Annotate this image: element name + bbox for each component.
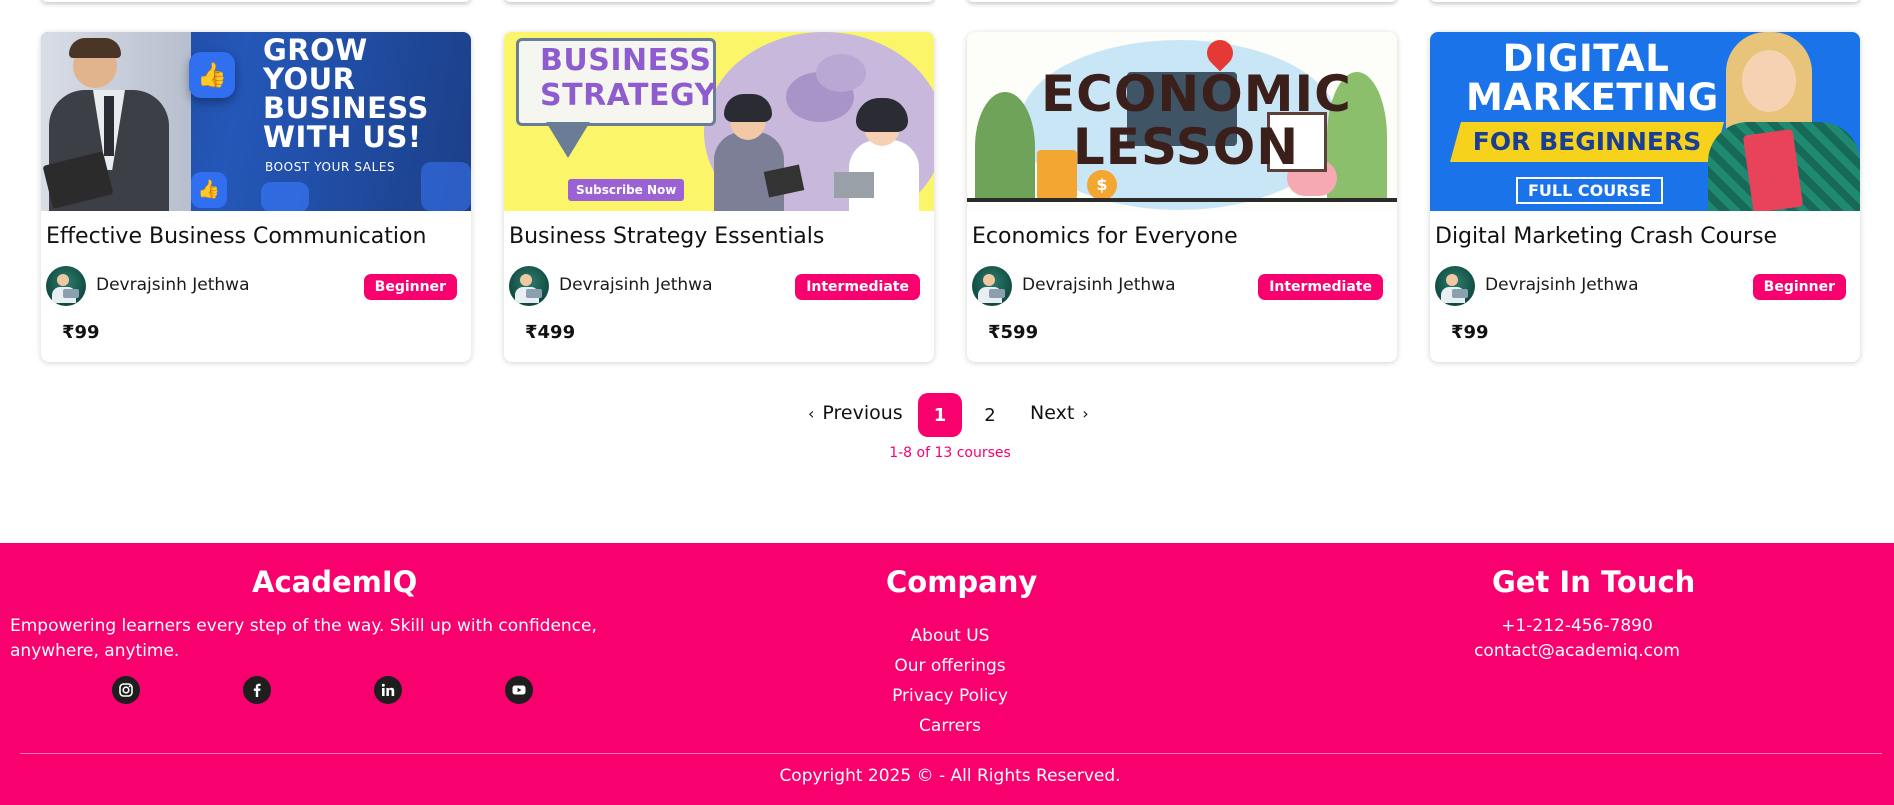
author-name: Devrajsinh Jethwa (1022, 275, 1176, 295)
course-thumbnail: BUSINESS STRATEGY Subscribe Now (504, 32, 934, 211)
course-card[interactable]: DIGITAL MARKETING FOR BEGINNERS FULL COU… (1430, 32, 1860, 362)
facebook-icon[interactable] (243, 676, 271, 704)
thumbnail-subtext: BOOST YOUR SALES (265, 160, 396, 174)
course-thumbnail: DIGITAL MARKETING FOR BEGINNERS FULL COU… (1430, 32, 1860, 211)
previous-page-button[interactable]: ‹ Previous (800, 402, 903, 424)
avatar (509, 266, 549, 306)
thumbnail-text-line: BUSINESS (263, 91, 429, 125)
next-label: Next (1030, 402, 1075, 424)
course-card[interactable]: 👍 👍 GROW YOUR BUSINESS WITH US! BOOST YO… (41, 32, 471, 362)
course-title[interactable]: Economics for Everyone (972, 224, 1238, 249)
contact-email[interactable]: contact@academiq.com (1430, 639, 1724, 664)
author-row: Devrajsinh Jethwa Beginner (46, 266, 457, 306)
thumbnail-text-line: BUSINESS (540, 43, 712, 78)
author-row: Devrajsinh Jethwa Intermediate (509, 266, 920, 306)
course-title[interactable]: Effective Business Communication (46, 224, 426, 249)
contact-phone[interactable]: +1-212-456-7890 (1430, 614, 1724, 639)
instagram-icon[interactable] (112, 676, 140, 704)
thumbnail-text-line: LESSON (1072, 117, 1300, 176)
course-title[interactable]: Digital Marketing Crash Course (1435, 224, 1777, 249)
card-edge (504, 0, 934, 2)
thumbnail-text-line: DIGITAL (1502, 37, 1670, 80)
author-name: Devrajsinh Jethwa (96, 275, 250, 295)
course-title[interactable]: Business Strategy Essentials (509, 224, 824, 249)
footer-company-title: Company (886, 565, 1038, 599)
course-card[interactable]: $ ECONOMIC LESSON Economics for Everyone… (967, 32, 1397, 362)
thumbnail-text-line: ECONOMIC (1041, 65, 1352, 123)
course-price: ₹99 (1451, 322, 1489, 343)
pagination: ‹ Previous 1 2 Next › (0, 393, 1894, 439)
previous-label: Previous (822, 402, 903, 424)
thumbnail-text-line: YOUR (263, 62, 356, 96)
footer-contact-title: Get In Touch (1492, 565, 1696, 599)
thumbnail-subtext: FULL COURSE (1516, 177, 1663, 204)
card-edge (41, 0, 471, 2)
copyright-text: Copyright 2025 © - All Rights Reserved. (779, 766, 1121, 786)
footer-link-privacy[interactable]: Privacy Policy (850, 681, 1050, 711)
avatar (1435, 266, 1475, 306)
page-button-1[interactable]: 1 (918, 393, 962, 437)
thumbnail-text-line: STRATEGY (540, 77, 717, 113)
footer-divider (20, 753, 1882, 754)
course-card[interactable]: BUSINESS STRATEGY Subscribe Now Business… (504, 32, 934, 362)
course-price: ₹599 (988, 322, 1039, 343)
footer: AcademIQ Empowering learners every step … (0, 543, 1894, 805)
card-edge (1430, 0, 1860, 2)
linkedin-icon[interactable] (374, 676, 402, 704)
level-badge: Beginner (363, 274, 457, 300)
avatar (46, 266, 86, 306)
course-grid: 👍 👍 GROW YOUR BUSINESS WITH US! BOOST YO… (41, 32, 1861, 362)
level-badge: Beginner (1752, 274, 1846, 300)
footer-link-careers[interactable]: Carrers (850, 711, 1050, 741)
author-row: Devrajsinh Jethwa Beginner (1435, 266, 1846, 306)
footer-contact: +1-212-456-7890 contact@academiq.com (1430, 614, 1724, 664)
course-thumbnail: 👍 👍 GROW YOUR BUSINESS WITH US! BOOST YO… (41, 32, 471, 211)
thumbnail-text-line: GROW (263, 33, 368, 67)
avatar (972, 266, 1012, 306)
page-button-2[interactable]: 2 (968, 393, 1012, 437)
thumbnail-subtext: FOR BEGINNERS (1472, 127, 1702, 156)
next-page-button[interactable]: Next › (1030, 402, 1097, 424)
card-edge (967, 0, 1397, 2)
level-badge: Intermediate (795, 274, 920, 300)
course-price: ₹99 (62, 322, 100, 343)
previous-row-card-edges (0, 0, 1894, 4)
author-row: Devrajsinh Jethwa Intermediate (972, 266, 1383, 306)
footer-link-about[interactable]: About US (850, 621, 1050, 651)
footer-link-offerings[interactable]: Our offerings (850, 651, 1050, 681)
thumbnail-text-line: MARKETING (1466, 75, 1719, 119)
youtube-icon[interactable] (505, 676, 533, 704)
level-badge: Intermediate (1258, 274, 1383, 300)
footer-company-links: About US Our offerings Privacy Policy Ca… (850, 621, 1050, 741)
chevron-left-icon: ‹ (808, 404, 815, 423)
pagination-summary: 1-8 of 13 courses (889, 445, 1011, 461)
course-price: ₹499 (525, 322, 576, 343)
chevron-right-icon: › (1082, 404, 1089, 423)
footer-brand-description: Empowering learners every step of the wa… (10, 616, 597, 661)
author-name: Devrajsinh Jethwa (559, 275, 713, 295)
footer-brand-title: AcademIQ (252, 565, 418, 599)
author-name: Devrajsinh Jethwa (1485, 275, 1639, 295)
thumbnail-text-line: WITH US! (263, 120, 422, 154)
course-thumbnail: $ ECONOMIC LESSON (967, 32, 1397, 211)
thumbnail-subtext: Subscribe Now (568, 179, 685, 201)
